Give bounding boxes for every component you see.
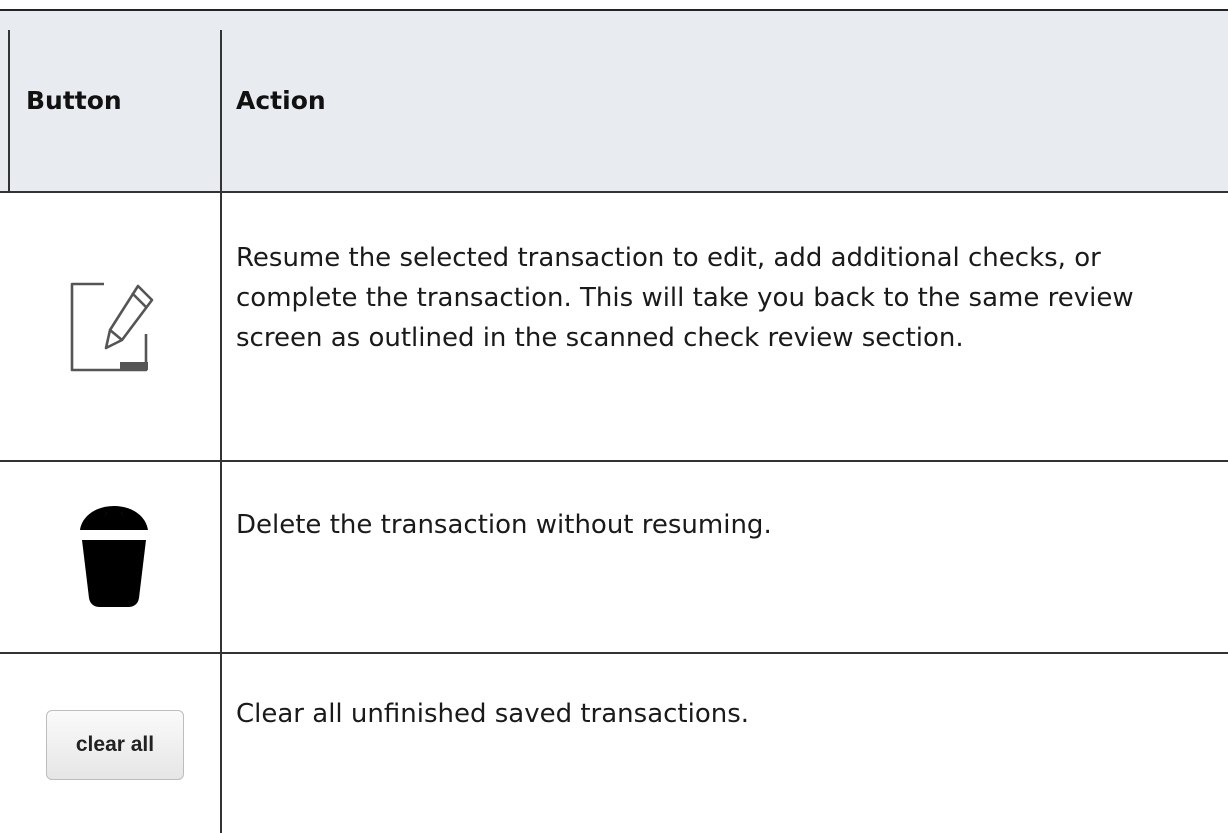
- row-divider: [0, 460, 1228, 462]
- column-header-action: Action: [236, 86, 326, 115]
- table-left-border: [8, 30, 10, 192]
- trash-icon[interactable]: [76, 500, 152, 608]
- row-divider: [0, 191, 1228, 193]
- action-description: Delete the transaction without resuming.: [236, 510, 772, 540]
- table-top-border: [0, 9, 1228, 11]
- column-header-button: Button: [26, 86, 122, 115]
- edit-icon[interactable]: [64, 278, 158, 374]
- button-action-table: Button Action Resume the selected transa…: [0, 0, 1228, 833]
- row-divider: [0, 652, 1228, 654]
- action-description: Resume the selected transaction to edit,…: [236, 243, 1134, 353]
- clear-all-button[interactable]: clear all: [46, 710, 184, 780]
- action-description: Clear all unfinished saved transactions.: [236, 699, 750, 729]
- column-divider: [220, 30, 222, 833]
- table-header-row: [0, 11, 1228, 192]
